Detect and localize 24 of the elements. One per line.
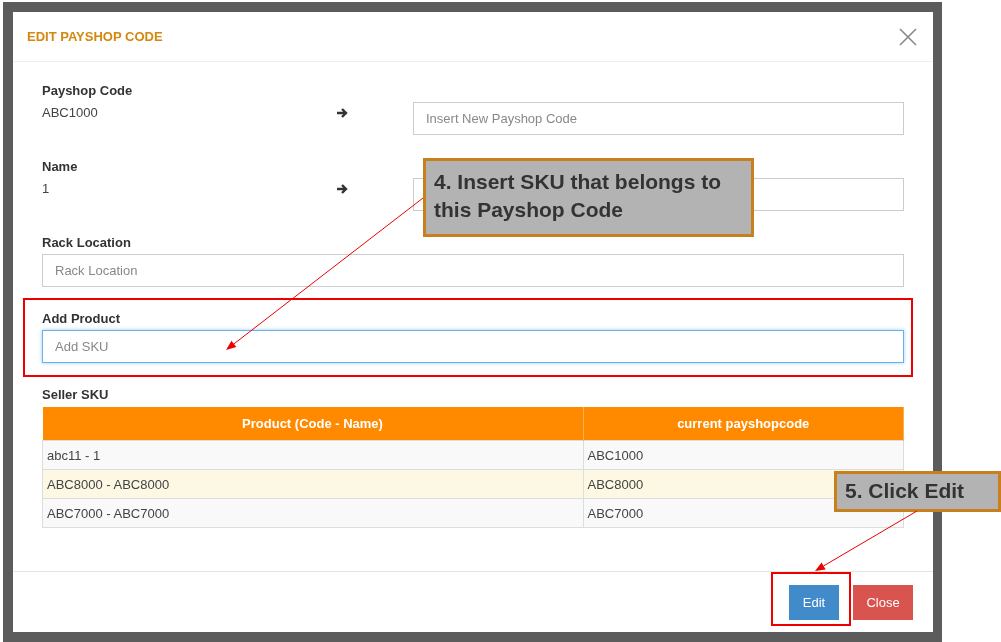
field-label: Rack Location (42, 235, 131, 251)
text-field[interactable]: Rack Location (42, 254, 904, 287)
arrow-right-icon (336, 107, 348, 119)
current-value: 1 (42, 181, 51, 196)
dialog-title: EDIT PAYSHOP CODE (27, 29, 163, 44)
column-header: current payshopcode (583, 407, 904, 441)
field-label: Name (42, 159, 78, 175)
close-button[interactable]: Close (853, 585, 913, 620)
table-cell: abc11 - 1 (42, 440, 583, 470)
close-icon[interactable] (899, 27, 917, 46)
callout-tooltip: 5. Click Edit (834, 471, 1001, 512)
edit-button[interactable]: Edit (789, 585, 839, 620)
text-field[interactable]: Add SKU (42, 330, 904, 363)
table-cell: ABC8000 - ABC8000 (42, 469, 583, 499)
table-cell: ABC1000 (583, 440, 904, 470)
arrow-right-icon (336, 183, 348, 195)
table-title: Seller SKU (42, 387, 109, 403)
field-label: Payshop Code (42, 83, 133, 99)
text-field[interactable]: Insert New Payshop Code (413, 102, 904, 135)
callout-tooltip: 4. Insert SKU that belongs to this Payshop Code (423, 158, 754, 237)
field-label: Add Product (42, 311, 120, 327)
table-cell: ABC7000 - ABC7000 (42, 498, 583, 528)
current-value: ABC1000 (42, 105, 99, 120)
column-header: Product (Code - Name) (42, 407, 583, 441)
